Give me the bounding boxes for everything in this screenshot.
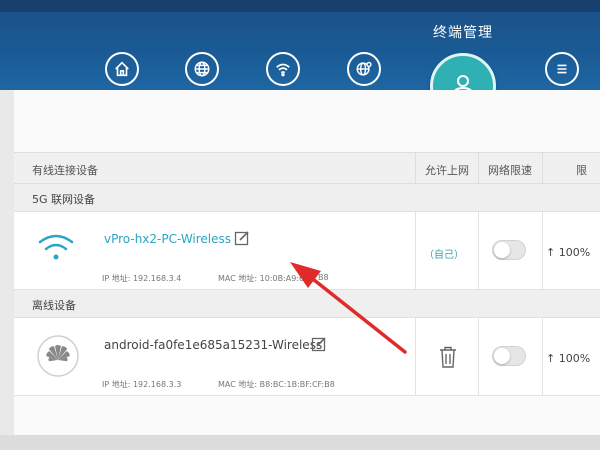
column-divider [542, 212, 543, 290]
huawei-logo-icon [37, 335, 79, 377]
bottom-strip [0, 435, 600, 450]
speed-limit-toggle[interactable] [492, 346, 526, 366]
section-offline-devices: 离线设备 [14, 290, 600, 318]
table-row[interactable]: vPro-hx2-PC-Wireless IP 地址: 192.168.3.4 … [14, 212, 600, 290]
device-name[interactable]: vPro-hx2-PC-Wireless [104, 232, 231, 246]
device-ip: IP 地址: 192.168.3.4 [102, 274, 182, 283]
globe-settings-icon[interactable] [347, 52, 381, 86]
wifi-signal-icon [38, 234, 74, 260]
top-nav-bar [0, 0, 600, 90]
section-label: 5G 联网设备 [32, 193, 96, 206]
trash-icon[interactable] [439, 346, 457, 368]
top-stripe [0, 0, 600, 12]
column-divider [478, 318, 479, 396]
column-divider [542, 153, 543, 185]
column-divider [415, 153, 416, 185]
active-nav-title: 终端管理 [433, 25, 493, 41]
device-mac: MAC 地址: 10:0B:A9:6 [218, 274, 305, 283]
table-header: 有线连接设备 允许上网 网络限速 限 [14, 152, 600, 185]
section-label: 离线设备 [32, 299, 76, 312]
table-row[interactable]: android-fa0fe1e685a15231-Wireless IP 地址:… [14, 318, 600, 396]
globe-icon[interactable] [185, 52, 219, 86]
column-divider [478, 212, 479, 290]
header-speed-limit: 网络限速 [488, 164, 532, 177]
column-divider [542, 318, 543, 396]
speed-value: ↑ 100% [546, 352, 591, 365]
device-name[interactable]: android-fa0fe1e685a15231-Wireless [104, 338, 322, 352]
column-divider [415, 212, 416, 290]
device-ip: IP 地址: 192.168.3.3 [102, 380, 182, 389]
edit-icon[interactable] [311, 336, 327, 352]
column-divider [415, 318, 416, 396]
home-icon[interactable] [105, 52, 139, 86]
speed-value: ↑ 100% [546, 246, 591, 259]
header-device: 有线连接设备 [32, 164, 98, 177]
header-limit-partial: 限 [576, 164, 587, 177]
self-label: （自己） [424, 250, 464, 261]
column-divider [478, 153, 479, 185]
device-mac: MAC 地址: B8:BC:1B:BF:CF:B8 [218, 380, 335, 389]
menu-icon[interactable] [545, 52, 579, 86]
wifi-icon[interactable] [266, 52, 300, 86]
speed-limit-toggle[interactable] [492, 240, 526, 260]
device-mac-tail: B8 [318, 273, 329, 282]
edit-icon[interactable] [234, 230, 250, 246]
header-allow-internet: 允许上网 [425, 164, 469, 177]
section-online-devices: 5G 联网设备 [14, 184, 600, 212]
